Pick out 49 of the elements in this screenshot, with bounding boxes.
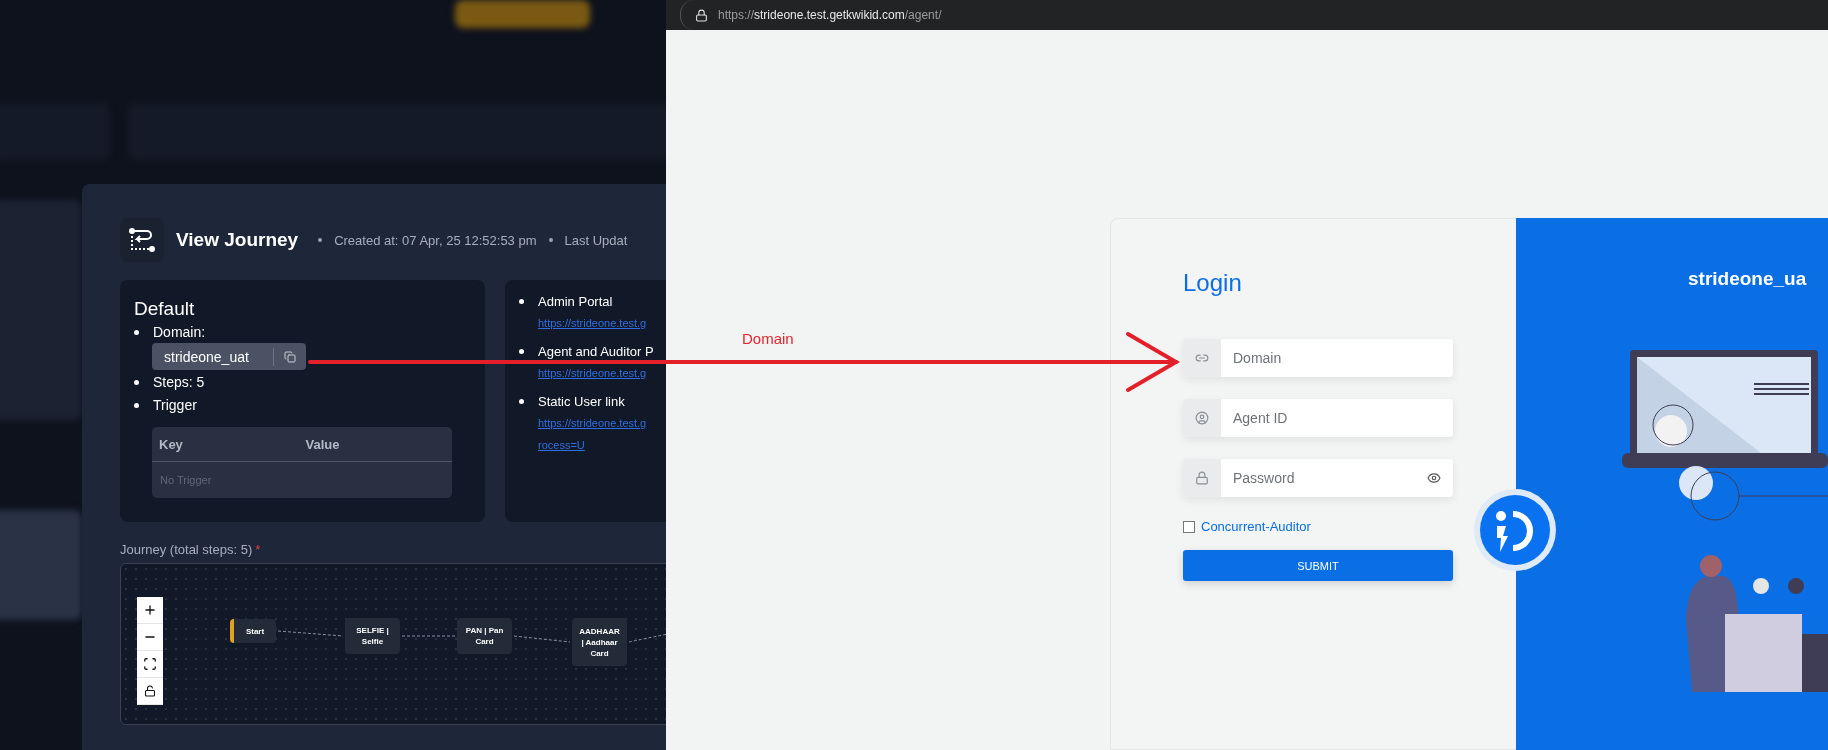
- link-icon: [1183, 339, 1221, 377]
- edge-line: [513, 635, 571, 643]
- lock-icon: [695, 8, 708, 22]
- lock-icon: [1183, 459, 1221, 497]
- link-title: Agent and Auditor P: [538, 344, 654, 359]
- start-node[interactable]: Start: [230, 619, 276, 643]
- link-title: Admin Portal: [538, 294, 613, 309]
- panel-title: View Journey: [176, 229, 299, 251]
- eye-icon[interactable]: [1427, 459, 1453, 497]
- url-link[interactable]: https://strideone.test.g: [538, 316, 666, 331]
- updated-date: Last Updat: [564, 232, 628, 248]
- login-title: Login: [1183, 269, 1243, 297]
- url-text: https://strideone.test.getkwikid.com/agent/: [718, 8, 942, 22]
- input-field[interactable]: Agent ID: [1221, 399, 1453, 437]
- column-header: Key: [158, 436, 184, 452]
- separator-dot: [318, 238, 323, 242]
- trigger-label: Trigger: [153, 397, 197, 413]
- url-link[interactable]: https://strideone.test.g: [538, 416, 666, 431]
- submit-button[interactable]: SUBMIT: [1183, 550, 1453, 581]
- journey-label: Journey (total steps: 5) *: [120, 542, 262, 557]
- checkbox[interactable]: [1183, 520, 1195, 533]
- domain-value: strideone_uat: [163, 348, 250, 365]
- bullet-icon: [134, 402, 139, 408]
- created-date: Created at: 07 Apr, 25 12:52:53 pm: [334, 232, 537, 248]
- card-title: Default: [134, 298, 196, 320]
- url-link[interactable]: rocess=U: [538, 438, 666, 453]
- edge-line: [277, 630, 344, 637]
- separator-dot: [548, 238, 553, 242]
- user-icon: [1183, 399, 1221, 437]
- edge-line: [401, 635, 456, 637]
- brand-title: strideone_ua: [1688, 268, 1808, 290]
- steps-count: Steps: 5: [153, 374, 205, 390]
- bullet-icon: [134, 379, 139, 385]
- column-header: Value: [305, 436, 341, 452]
- annotation-label: Domain: [742, 330, 794, 347]
- bullet-icon: [519, 349, 524, 354]
- bullet-icon: [134, 329, 139, 335]
- route-icon: [120, 218, 164, 262]
- step-node[interactable]: SELFIE | Selfie: [345, 618, 400, 654]
- step-node[interactable]: PAN | Pan Card: [457, 618, 512, 654]
- bullet-icon: [519, 299, 524, 304]
- bullet-icon: [519, 399, 524, 404]
- input-field[interactable]: Password: [1221, 459, 1427, 497]
- input-field[interactable]: Domain: [1221, 339, 1453, 377]
- url-link[interactable]: https://strideone.test.g: [538, 366, 666, 381]
- link-title: Static User link: [538, 394, 625, 409]
- step-node[interactable]: AADHAAR | Aadhaar Card: [572, 618, 627, 666]
- domain-label: Domain:: [153, 324, 206, 340]
- checkbox-label: Concurrent-Auditor: [1201, 519, 1311, 534]
